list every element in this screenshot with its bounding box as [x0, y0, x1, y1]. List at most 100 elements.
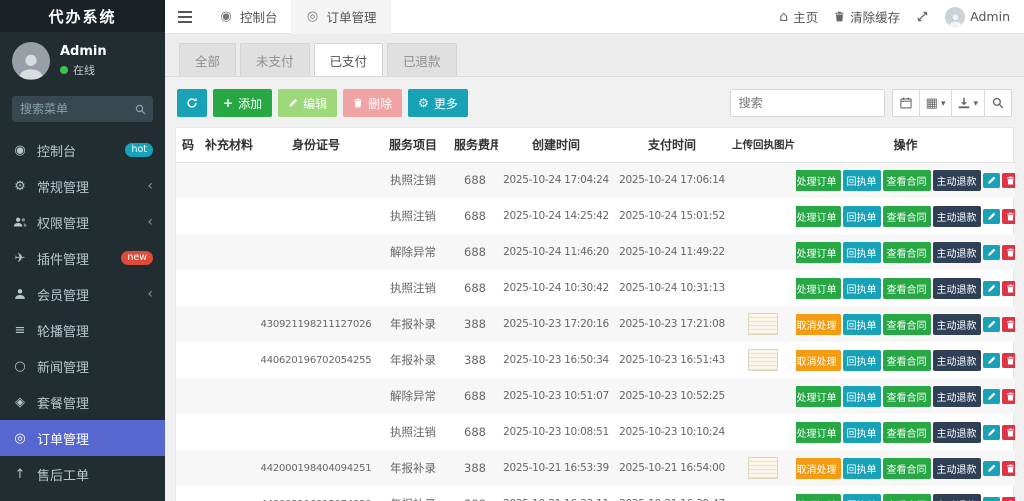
sidebar-menu: ◉控制台hot⚙常规管理‹权限管理‹✈插件管理new会员管理‹≡轮播管理○新闻管…	[0, 132, 165, 501]
sidebar-item-package[interactable]: ◈套餐管理	[0, 384, 165, 420]
home-link[interactable]: ⌂ 主页	[779, 7, 818, 26]
sidebar-item-member[interactable]: 会员管理‹	[0, 276, 165, 312]
sidebar-item-general[interactable]: ⚙常规管理‹	[0, 168, 165, 204]
status-tab-unpaid[interactable]: 未支付	[240, 43, 310, 76]
process-order-button[interactable]: 处理订单	[796, 494, 841, 501]
active-refund-button[interactable]: 主动退款	[933, 206, 981, 227]
view-contract-button[interactable]: 查看合同	[883, 242, 931, 263]
view-contract-button[interactable]: 查看合同	[883, 458, 931, 479]
edit-button[interactable]	[983, 497, 1000, 501]
edit-button-toolbar[interactable]: 编辑	[278, 89, 337, 117]
receipt-thumbnail[interactable]	[748, 349, 778, 371]
edit-button[interactable]	[983, 461, 1000, 476]
status-tab-refunded[interactable]: 已退款	[387, 43, 457, 76]
edit-button[interactable]	[983, 353, 1000, 368]
table-search-input[interactable]	[730, 89, 885, 117]
columns-button[interactable]: ▦ ▾	[919, 89, 953, 117]
delete-button[interactable]	[1002, 461, 1016, 476]
sidebar-search-input[interactable]	[12, 102, 127, 116]
delete-button[interactable]	[1002, 317, 1016, 332]
active-refund-button[interactable]: 主动退款	[933, 314, 981, 335]
delete-button[interactable]	[1002, 245, 1016, 260]
active-refund-button[interactable]: 主动退款	[933, 422, 981, 443]
status-tab-paid[interactable]: 已支付	[314, 43, 384, 76]
edit-button[interactable]	[983, 173, 1000, 188]
view-contract-button[interactable]: 查看合同	[883, 170, 931, 191]
view-contract-button[interactable]: 查看合同	[883, 422, 931, 443]
active-refund-button[interactable]: 主动退款	[933, 350, 981, 371]
receipt-slip-button[interactable]: 回执单	[843, 422, 881, 443]
process-order-button[interactable]: 处理订单	[796, 386, 841, 407]
export-button[interactable]: ▾	[951, 89, 985, 117]
refresh-button[interactable]	[177, 89, 207, 117]
sidebar-search-button[interactable]	[127, 96, 153, 122]
view-contract-button[interactable]: 查看合同	[883, 494, 931, 501]
clear-cache-link[interactable]: 清除缓存	[834, 7, 900, 26]
cell-id-number: 440902196912074020	[258, 486, 374, 501]
hamburger-menu-icon[interactable]	[165, 0, 205, 34]
topbar-tab-label: 订单管理	[327, 7, 377, 26]
receipt-thumbnail[interactable]	[748, 457, 778, 479]
edit-button[interactable]	[983, 389, 1000, 404]
active-refund-button[interactable]: 主动退款	[933, 386, 981, 407]
add-button[interactable]: + 添加	[213, 89, 272, 117]
topbar-tab-orders[interactable]: ◎订单管理	[292, 0, 391, 34]
delete-button-toolbar[interactable]: 删除	[343, 89, 402, 117]
active-refund-button[interactable]: 主动退款	[933, 494, 981, 501]
process-order-button[interactable]: 处理订单	[796, 422, 841, 443]
delete-button[interactable]	[1002, 389, 1016, 404]
sidebar-item-permission[interactable]: 权限管理‹	[0, 204, 165, 240]
sidebar-item-dashboard[interactable]: ◉控制台hot	[0, 132, 165, 168]
calendar-button[interactable]	[892, 89, 920, 117]
delete-button[interactable]	[1002, 497, 1016, 501]
edit-button[interactable]	[983, 317, 1000, 332]
process-order-button[interactable]: 处理订单	[796, 170, 841, 191]
view-contract-button[interactable]: 查看合同	[883, 278, 931, 299]
view-contract-button[interactable]: 查看合同	[883, 314, 931, 335]
view-contract-button[interactable]: 查看合同	[883, 350, 931, 371]
view-contract-button[interactable]: 查看合同	[883, 386, 931, 407]
receipt-slip-button[interactable]: 回执单	[843, 170, 881, 191]
cancel-process-button[interactable]: 取消处理	[796, 350, 841, 371]
receipt-slip-button[interactable]: 回执单	[843, 278, 881, 299]
receipt-slip-button[interactable]: 回执单	[843, 350, 881, 371]
delete-button[interactable]	[1002, 425, 1016, 440]
process-order-button[interactable]: 处理订单	[796, 278, 841, 299]
receipt-thumbnail[interactable]	[748, 313, 778, 335]
receipt-slip-button[interactable]: 回执单	[843, 494, 881, 501]
process-order-button[interactable]: 处理订单	[796, 242, 841, 263]
sidebar-item-news[interactable]: ○新闻管理	[0, 348, 165, 384]
active-refund-button[interactable]: 主动退款	[933, 170, 981, 191]
cancel-process-button[interactable]: 取消处理	[796, 458, 841, 479]
active-refund-button[interactable]: 主动退款	[933, 278, 981, 299]
active-refund-button[interactable]: 主动退款	[933, 242, 981, 263]
receipt-slip-button[interactable]: 回执单	[843, 242, 881, 263]
delete-button[interactable]	[1002, 281, 1016, 296]
edit-button[interactable]	[983, 209, 1000, 224]
receipt-slip-button[interactable]: 回执单	[843, 314, 881, 335]
fullscreen-toggle[interactable]	[916, 10, 929, 23]
receipt-slip-button[interactable]: 回执单	[843, 386, 881, 407]
cancel-process-button[interactable]: 取消处理	[796, 314, 841, 335]
receipt-slip-button[interactable]: 回执单	[843, 206, 881, 227]
edit-button[interactable]	[983, 245, 1000, 260]
topbar-tab-dashboard[interactable]: ◉控制台	[205, 0, 292, 34]
process-order-button[interactable]: 处理订单	[796, 206, 841, 227]
sidebar-item-aftersale[interactable]: ↑售后工单	[0, 456, 165, 492]
receipt-slip-button[interactable]: 回执单	[843, 458, 881, 479]
view-contract-button[interactable]: 查看合同	[883, 206, 931, 227]
sidebar-item-orders[interactable]: ◎订单管理	[0, 420, 165, 456]
delete-button[interactable]	[1002, 173, 1016, 188]
active-refund-button[interactable]: 主动退款	[933, 458, 981, 479]
delete-button[interactable]	[1002, 209, 1016, 224]
search-button[interactable]	[984, 89, 1012, 117]
status-tab-all[interactable]: 全部	[179, 43, 236, 76]
edit-button[interactable]	[983, 425, 1000, 440]
sidebar-item-carousel[interactable]: ≡轮播管理	[0, 312, 165, 348]
delete-button[interactable]	[1002, 353, 1016, 368]
sidebar-item-plugin[interactable]: ✈插件管理new	[0, 240, 165, 276]
more-button[interactable]: ⚙ 更多	[408, 89, 468, 117]
edit-button[interactable]	[983, 281, 1000, 296]
toolbar-right: ▦ ▾ ▾	[730, 89, 1012, 117]
topbar-user[interactable]: Admin	[945, 7, 1010, 27]
